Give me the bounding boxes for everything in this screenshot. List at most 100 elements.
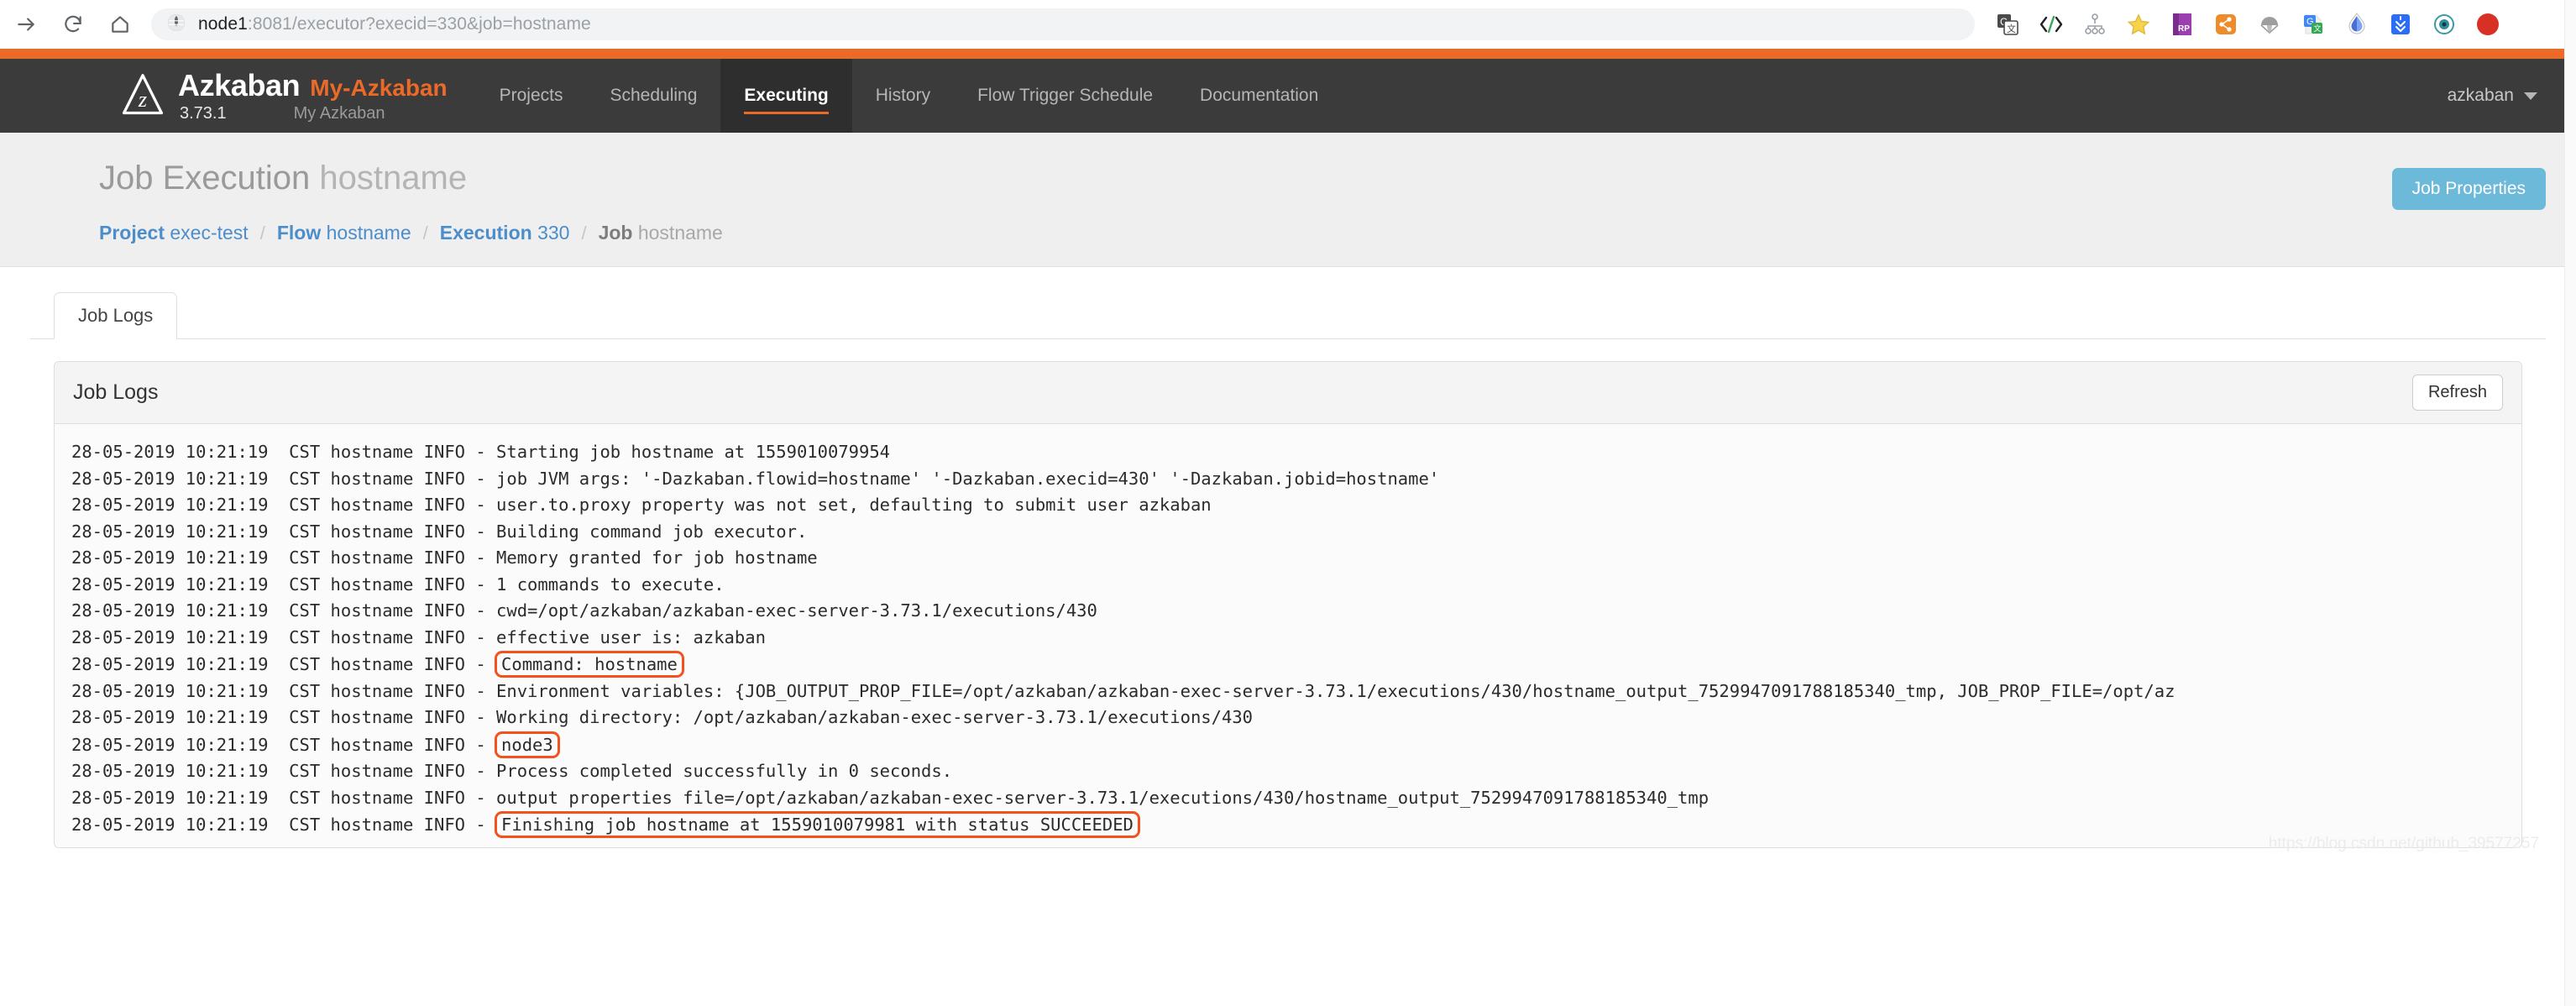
log-line-message: 1 commands to execute. — [496, 574, 725, 595]
log-line-prefix: 28-05-2019 10:21:19 CST hostname INFO - — [71, 626, 497, 647]
url-host: node1 — [198, 14, 248, 34]
job-logs-output[interactable]: 28-05-2019 10:21:19 CST hostname INFO - … — [55, 424, 2521, 847]
log-line-prefix: 28-05-2019 10:21:19 CST hostname INFO - — [71, 707, 497, 727]
breadcrumb-value: exec-test — [170, 222, 249, 244]
log-line: 28-05-2019 10:21:19 CST hostname INFO - … — [55, 519, 2521, 546]
menu-item-projects[interactable]: Projects — [476, 59, 587, 133]
menu-item-scheduling[interactable]: Scheduling — [586, 59, 720, 133]
log-line-prefix: 28-05-2019 10:21:19 CST hostname INFO - — [71, 574, 497, 595]
brand-block[interactable]: z Azkaban My-Azkaban 3.73.1 My Azkaban — [0, 59, 476, 133]
google-translate-extension-icon[interactable]: G文 — [1995, 12, 2020, 37]
menu-label: Executing — [744, 86, 829, 105]
google-translate-doc-extension-icon[interactable]: G文 — [2301, 12, 2326, 37]
refresh-button[interactable]: Refresh — [2411, 375, 2503, 411]
profile-avatar-icon[interactable] — [2475, 12, 2500, 37]
brand-name: Azkaban — [178, 68, 301, 102]
page-title-value: hostname — [319, 160, 468, 196]
downloads-extension-icon[interactable] — [2388, 12, 2413, 37]
log-line-prefix: 28-05-2019 10:21:19 CST hostname INFO - — [71, 654, 497, 674]
log-line-message: cwd=/opt/azkaban/azkaban-exec-server-3.7… — [496, 600, 1097, 621]
log-line: 28-05-2019 10:21:19 CST hostname INFO - … — [55, 731, 2521, 759]
breadcrumb-separator: / — [259, 222, 265, 244]
brand-accent-name: My-Azkaban — [310, 75, 448, 101]
log-line: 28-05-2019 10:21:19 CST hostname INFO - … — [55, 439, 2521, 466]
menu-item-flow-trigger-schedule[interactable]: Flow Trigger Schedule — [954, 59, 1176, 133]
log-line: 28-05-2019 10:21:19 CST hostname INFO - … — [55, 625, 2521, 652]
menu-label: Scheduling — [610, 86, 698, 105]
axure-rp-extension-icon[interactable]: RP — [2170, 12, 2195, 37]
svg-text:文: 文 — [2007, 23, 2016, 34]
log-line: 28-05-2019 10:21:19 CST hostname INFO - … — [55, 545, 2521, 572]
menu-item-executing[interactable]: Executing — [720, 59, 852, 133]
job-logs-panel: Job Logs Refresh 28-05-2019 10:21:19 CST… — [54, 361, 2522, 848]
log-line-message: Working directory: /opt/azkaban/azkaban-… — [496, 707, 1254, 727]
reload-icon[interactable] — [59, 10, 87, 39]
page-title: Job Execution hostname — [0, 160, 2576, 196]
log-line-prefix: 28-05-2019 10:21:19 CST hostname INFO - — [71, 734, 497, 755]
home-icon[interactable] — [106, 10, 134, 39]
log-line-message: Building command job executor. — [496, 521, 808, 542]
job-properties-button[interactable]: Job Properties — [2391, 168, 2546, 210]
page-scrollbar[interactable] — [2564, 0, 2576, 1006]
log-line-message: output properties file=/opt/azkaban/azka… — [496, 787, 1709, 808]
svg-text:文: 文 — [2314, 24, 2322, 33]
breadcrumb-separator: / — [581, 222, 587, 244]
log-line: 28-05-2019 10:21:19 CST hostname INFO - … — [55, 572, 2521, 599]
browser-nav-buttons — [12, 10, 134, 39]
eye-extension-icon[interactable] — [2432, 12, 2457, 37]
menu-label: Flow Trigger Schedule — [977, 86, 1154, 105]
breadcrumb-label: Flow — [276, 222, 322, 244]
main-menu: Projects Scheduling Executing History Fl… — [476, 59, 1343, 133]
menu-item-documentation[interactable]: Documentation — [1176, 59, 1342, 133]
user-name: azkaban — [2447, 86, 2514, 105]
log-line-message: effective user is: azkaban — [496, 626, 766, 647]
forward-arrow-icon[interactable] — [12, 10, 40, 39]
menu-label: Projects — [499, 86, 563, 105]
accent-strip — [0, 49, 2576, 59]
breadcrumb-item-execution[interactable]: Execution 330 — [440, 222, 570, 244]
page-header-band: Job Execution hostname Job Properties Pr… — [0, 133, 2576, 267]
log-line-prefix: 28-05-2019 10:21:19 CST hostname INFO - — [71, 600, 497, 621]
breadcrumb-separator: / — [422, 222, 428, 244]
log-line-prefix: 28-05-2019 10:21:19 CST hostname INFO - — [71, 815, 497, 835]
log-line: 28-05-2019 10:21:19 CST hostname INFO - … — [55, 466, 2521, 493]
brand-version: 3.73.1 — [180, 104, 227, 123]
log-line-message: job JVM args: '-Dazkaban.flowid=hostname… — [496, 468, 1440, 489]
user-menu[interactable]: azkaban — [2448, 59, 2576, 133]
svg-text:z: z — [138, 87, 147, 112]
bookmark-star-icon[interactable] — [2126, 12, 2151, 37]
log-line: 28-05-2019 10:21:19 CST hostname INFO - … — [55, 598, 2521, 625]
code-brackets-extension-icon[interactable] — [2039, 12, 2064, 37]
log-line-message: user.to.proxy property was not set, defa… — [496, 495, 1212, 515]
svg-text:RP: RP — [2178, 24, 2190, 34]
vpn-drop-extension-icon[interactable] — [2344, 12, 2369, 37]
log-line-prefix: 28-05-2019 10:21:19 CST hostname INFO - — [71, 468, 497, 489]
log-line-message: Process completed successfully in 0 seco… — [496, 761, 953, 781]
breadcrumb-label: Project — [99, 222, 165, 244]
browser-toolbar: node1:8081/executor?execid=330&job=hostn… — [0, 0, 2576, 49]
panel-header: Job Logs Refresh — [55, 362, 2521, 424]
url-path: :8081/executor?execid=330&job=hostname — [247, 14, 591, 34]
menu-label: Documentation — [1200, 86, 1319, 105]
log-line: 28-05-2019 10:21:19 CST hostname INFO - … — [55, 705, 2521, 731]
address-bar[interactable]: node1:8081/executor?execid=330&job=hostn… — [151, 8, 1975, 40]
sitemap-extension-icon[interactable] — [2082, 12, 2107, 37]
watermark: https://blog.csdn.net/github_39577257 — [2268, 834, 2539, 852]
breadcrumb-label: Job — [598, 222, 633, 244]
log-line: 28-05-2019 10:21:19 CST hostname INFO - … — [55, 679, 2521, 705]
breadcrumb-item-job: Job hostname — [599, 222, 723, 244]
parachute-extension-icon[interactable] — [2257, 12, 2282, 37]
tab-job-logs[interactable]: Job Logs — [54, 292, 178, 339]
log-line-message-highlighted: node3 — [495, 731, 560, 758]
share-nodes-extension-icon[interactable] — [2213, 12, 2238, 37]
log-line-prefix: 28-05-2019 10:21:19 CST hostname INFO - — [71, 761, 497, 781]
log-line: 28-05-2019 10:21:19 CST hostname INFO - … — [55, 811, 2521, 839]
log-line: 28-05-2019 10:21:19 CST hostname INFO - … — [55, 758, 2521, 785]
breadcrumb-value: hostname — [326, 222, 411, 244]
menu-item-history[interactable]: History — [852, 59, 954, 133]
log-line: 28-05-2019 10:21:19 CST hostname INFO - … — [55, 651, 2521, 679]
azkaban-logo-icon: z — [122, 74, 164, 115]
breadcrumb-item-flow[interactable]: Flow hostname — [277, 222, 411, 244]
breadcrumb: Project exec-test / Flow hostname / Exec… — [0, 196, 2576, 266]
breadcrumb-item-project[interactable]: Project exec-test — [99, 222, 249, 244]
